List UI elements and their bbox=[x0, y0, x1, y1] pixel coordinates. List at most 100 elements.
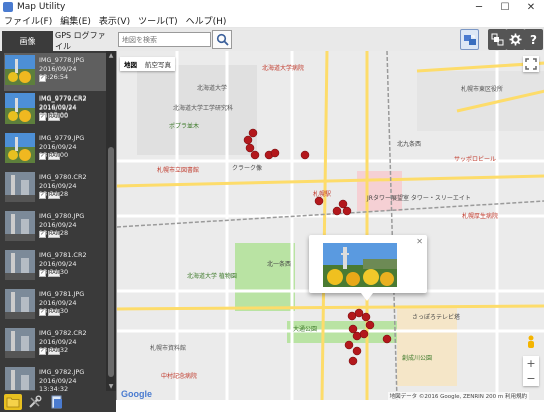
popup-close-button[interactable]: ✕ bbox=[416, 237, 423, 246]
open-folder-button[interactable] bbox=[4, 393, 22, 410]
scroll-up-icon[interactable]: ▲ bbox=[106, 51, 116, 60]
check-icon[interactable]: ✓ bbox=[39, 309, 46, 316]
thumbnail-filename: IMG_9780.CR2 bbox=[39, 173, 87, 181]
thumbnail-column: IMG_9779.CR2 2016/09/24 13:27:00 ✓RAW IM… bbox=[0, 51, 106, 397]
thumbnail-item[interactable]: IMG_9781.JPG 2016/09/24 13:34:30 ✓RAW bbox=[4, 287, 106, 325]
check-icon[interactable]: ✓ bbox=[39, 348, 46, 355]
thumbnail-image bbox=[5, 289, 35, 319]
fullscreen-button[interactable] bbox=[523, 56, 539, 72]
layout-button[interactable] bbox=[488, 29, 507, 50]
map-label: 北海道大学 植物園 bbox=[187, 273, 237, 280]
maximize-button[interactable]: ☐ bbox=[492, 0, 518, 14]
sync-button[interactable] bbox=[460, 29, 479, 50]
map-label: 北九条西 bbox=[397, 141, 422, 148]
map-label: サッポロビール bbox=[454, 156, 497, 163]
check-icon[interactable]: ✓ bbox=[39, 270, 46, 277]
zoom-in-button[interactable]: + bbox=[526, 357, 535, 370]
thumbnail-image bbox=[5, 94, 35, 124]
raw-icon: RAW bbox=[48, 270, 61, 277]
menu-file[interactable]: ファイル(F) bbox=[4, 14, 52, 27]
map-type-control: 地図 航空写真 bbox=[120, 57, 175, 71]
popup-tail bbox=[361, 293, 373, 301]
thumbnail-badges: ✓RAW bbox=[39, 192, 60, 199]
map-label: クラーク像 bbox=[232, 165, 263, 172]
map-label: 札幌厚生病院 bbox=[462, 213, 499, 220]
raw-icon: RAW bbox=[48, 153, 61, 160]
sync-icon bbox=[463, 34, 476, 45]
help-icon: ? bbox=[530, 33, 537, 46]
popup-photo bbox=[323, 243, 397, 287]
thumbnail-badges: ✓RAW bbox=[39, 348, 60, 355]
thumbnail-item[interactable]: IMG_9782.CR2 2016/09/24 13:34:32 ✓RAW bbox=[4, 326, 106, 364]
map-label: 札幌市資料館 bbox=[150, 345, 187, 352]
google-logo: Google bbox=[121, 389, 152, 399]
check-icon[interactable]: ✓ bbox=[39, 192, 46, 199]
search-icon bbox=[216, 33, 229, 46]
map-view[interactable]: 北海道大学病院 北海道大学 北海道大学工学研究科 ポプラ並木 クラーク像 札幌市… bbox=[116, 51, 544, 400]
thumbnail-item[interactable]: IMG_9779.CR2 2016/09/24 13:27:00 ✓RAW bbox=[4, 92, 106, 130]
tools-button[interactable] bbox=[26, 394, 44, 410]
thumbnail-filename: IMG_9781.JPG bbox=[39, 290, 85, 298]
map-label: JRタワー展望室 タワー・スリーエイト bbox=[367, 195, 471, 202]
svg-text:?: ? bbox=[530, 33, 537, 46]
gear-icon bbox=[509, 33, 522, 46]
thumbnail-item[interactable]: IMG_9779.JPG 2016/09/24 13:27:00 ✓RAW bbox=[4, 131, 106, 169]
thumbnail-filename: IMG_9779.JPG bbox=[39, 134, 85, 142]
street-view-pegman-icon[interactable] bbox=[525, 335, 537, 351]
minimize-button[interactable]: ─ bbox=[466, 0, 492, 14]
thumbnail-item[interactable]: IMG_9780.JPG 2016/09/24 13:34:28 ✓RAW bbox=[4, 209, 106, 247]
map-label: 札幌駅 bbox=[313, 191, 332, 198]
sidebar-scrollbar[interactable]: ▲ ▼ bbox=[106, 51, 116, 391]
map-type-satellite[interactable]: 航空写真 bbox=[141, 57, 175, 71]
thumbnail-filename: IMG_9779.CR2 bbox=[39, 95, 87, 103]
thumbnail-filename: IMG_9782.JPG bbox=[39, 368, 85, 376]
thumbnail-item[interactable]: IMG_9780.CR2 2016/09/24 13:34:28 ✓RAW bbox=[4, 170, 106, 208]
menu-tools[interactable]: ツール(T) bbox=[138, 14, 178, 27]
photo-popup[interactable]: ✕ bbox=[309, 235, 427, 301]
zoom-control: + − bbox=[523, 356, 539, 386]
thumbnail-image bbox=[5, 133, 35, 163]
thumbnail-badges: ✓RAW bbox=[39, 153, 60, 160]
settings-button[interactable] bbox=[506, 29, 525, 50]
sidebar-bottom-bar bbox=[0, 391, 116, 412]
check-icon[interactable]: ✓ bbox=[39, 231, 46, 238]
search-button[interactable] bbox=[212, 30, 232, 49]
map-label: 大通公園 bbox=[293, 326, 318, 333]
close-button[interactable]: ✕ bbox=[518, 0, 544, 14]
thumbnail-item[interactable]: IMG_9781.CR2 2016/09/24 13:34:30 ✓RAW bbox=[4, 248, 106, 286]
menu-bar: ファイル(F) 編集(E) 表示(V) ツール(T) ヘルプ(H) bbox=[0, 14, 544, 28]
thumbnail-badges: ✓RAW bbox=[39, 231, 60, 238]
thumbnail-badges: ✓RAW bbox=[39, 114, 60, 121]
check-icon[interactable]: ✓ bbox=[39, 114, 46, 121]
map-label: 中村記念病院 bbox=[161, 373, 198, 380]
scroll-down-icon[interactable]: ▼ bbox=[106, 382, 116, 391]
menu-edit[interactable]: 編集(E) bbox=[60, 14, 91, 27]
map-label: 北海道大学工学研究科 bbox=[173, 105, 234, 112]
title-bar: Map Utility ─ ☐ ✕ bbox=[0, 0, 544, 14]
map-label: さっぽろテレビ塔 bbox=[412, 314, 461, 321]
window-controls: ─ ☐ ✕ bbox=[466, 0, 544, 14]
menu-help[interactable]: ヘルプ(H) bbox=[186, 14, 227, 27]
folder-icon bbox=[6, 397, 20, 407]
raw-icon: RAW bbox=[48, 231, 61, 238]
toolbar: 画像 GPS ログファイル ? bbox=[0, 28, 544, 51]
map-label: 創成川公園 bbox=[402, 355, 433, 362]
thumbnail-filename: IMG_9781.CR2 bbox=[39, 251, 87, 259]
map-credit: 地図データ ©2016 Google, ZENRIN 200 m 利用規約 bbox=[387, 392, 529, 400]
map-type-map[interactable]: 地図 bbox=[120, 57, 141, 71]
zoom-out-button[interactable]: − bbox=[526, 372, 535, 385]
layout-icon bbox=[491, 33, 504, 46]
help-button[interactable]: ? bbox=[524, 29, 543, 50]
menu-view[interactable]: 表示(V) bbox=[99, 14, 130, 27]
thumbnail-filename: IMG_9780.JPG bbox=[39, 212, 85, 220]
tab-images[interactable]: 画像 bbox=[2, 31, 53, 51]
tab-gps-log[interactable]: GPS ログファイル bbox=[55, 31, 113, 51]
map-label: 札幌市立図書館 bbox=[157, 167, 200, 174]
map-search-input[interactable] bbox=[118, 32, 211, 47]
scroll-thumb[interactable] bbox=[108, 147, 114, 377]
export-button[interactable] bbox=[48, 394, 66, 410]
raw-icon: RAW bbox=[48, 192, 61, 199]
map-label: 北海道大学 bbox=[197, 85, 228, 92]
map-label: ポプラ並木 bbox=[169, 123, 200, 130]
check-icon[interactable]: ✓ bbox=[39, 153, 46, 160]
